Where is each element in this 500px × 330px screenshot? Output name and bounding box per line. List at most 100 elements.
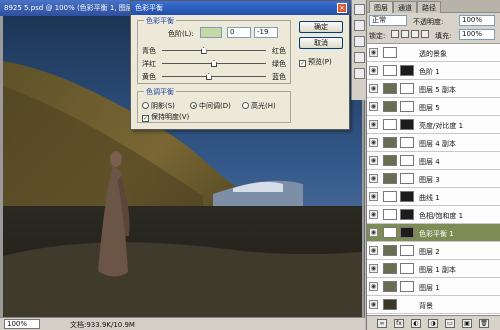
eye-icon[interactable]: ◉ (369, 192, 378, 201)
tab-layers[interactable]: 图层 (369, 1, 393, 13)
layer-thumbnail[interactable] (383, 101, 397, 112)
layer-row[interactable]: ◉ 图层 4 (367, 152, 500, 170)
layer-mask-thumbnail[interactable] (400, 281, 414, 292)
layer-mask-thumbnail[interactable] (400, 209, 414, 220)
eye-icon[interactable]: ◉ (369, 264, 378, 273)
layer-row[interactable]: ◉ 图层 4 副本 (367, 134, 500, 152)
eye-icon[interactable]: ◉ (369, 174, 378, 183)
layer-thumbnail[interactable] (383, 65, 397, 76)
layer-mask-thumbnail[interactable] (400, 191, 414, 202)
layer-thumbnail[interactable] (383, 173, 397, 184)
mask-icon[interactable]: ◐ (411, 319, 421, 328)
eye-icon[interactable]: ◉ (369, 48, 378, 57)
layer-mask-thumbnail[interactable] (400, 263, 414, 274)
eye-icon[interactable]: ◉ (369, 156, 378, 165)
opacity-field[interactable]: 100% (459, 15, 495, 26)
histogram-icon[interactable] (354, 20, 365, 31)
blend-mode-select[interactable]: 正常 (369, 15, 407, 26)
layer-thumbnail[interactable] (383, 263, 397, 274)
layer-row[interactable]: ◉ 图层 5 副本 (367, 80, 500, 98)
layer-thumbnail[interactable] (383, 119, 397, 130)
layer-thumbnail[interactable] (383, 299, 397, 310)
layer-thumbnail[interactable] (383, 47, 397, 58)
layer-thumbnail[interactable] (383, 209, 397, 220)
layer-row[interactable]: ◉ 色相/饱和度 1 (367, 206, 500, 224)
layer-row[interactable]: ◉ 图层 2 (367, 242, 500, 260)
preserve-luminosity-checkbox[interactable]: ✓ 保持明度(V) (142, 112, 189, 122)
levels-field-magenta-green[interactable]: 0 (227, 27, 251, 38)
layer-row[interactable]: ◉ 图层 3 (367, 170, 500, 188)
slider-cyan-red[interactable]: 青色 红色 (138, 45, 290, 57)
layer-thumbnail[interactable] (383, 227, 397, 238)
lock-all-icon[interactable] (421, 30, 429, 38)
folder-icon[interactable]: ▭ (445, 319, 455, 328)
layer-thumbnail[interactable] (383, 281, 397, 292)
radio-shadows[interactable]: 阴影(S) (142, 101, 175, 111)
layer-thumbnail[interactable] (383, 155, 397, 166)
tab-paths[interactable]: 路径 (417, 1, 441, 13)
eye-icon[interactable]: ◉ (369, 66, 378, 75)
close-icon[interactable]: × (337, 3, 347, 13)
slider-magenta-green[interactable]: 洋红 绿色 (138, 58, 290, 70)
zoom-field[interactable]: 100% (4, 319, 40, 329)
layer-row[interactable]: ◉ 曲线 1 (367, 188, 500, 206)
layer-row[interactable]: ◉ 色阶 1 (367, 62, 500, 80)
layer-row[interactable]: ◉ 图层 1 (367, 278, 500, 296)
slider-thumb[interactable] (211, 60, 217, 67)
slider-yellow-blue[interactable]: 黄色 蓝色 (138, 71, 290, 83)
layer-mask-thumbnail[interactable] (400, 137, 414, 148)
link-icon[interactable]: ∞ (377, 319, 387, 328)
eye-icon[interactable]: ◉ (369, 246, 378, 255)
eye-icon[interactable]: ◉ (369, 84, 378, 93)
layer-mask-thumbnail[interactable] (400, 65, 414, 76)
layer-mask-thumbnail[interactable] (400, 227, 414, 238)
new-layer-icon[interactable]: ▣ (462, 319, 472, 328)
lock-brush-icon[interactable] (401, 30, 409, 38)
layer-row[interactable]: ◉ 背景 (367, 296, 500, 314)
layer-mask-thumbnail[interactable] (400, 83, 414, 94)
lock-transparency-icon[interactable] (391, 30, 399, 38)
brushes-icon[interactable] (354, 36, 365, 47)
lock-move-icon[interactable] (411, 30, 419, 38)
eye-icon[interactable]: ◉ (369, 300, 378, 309)
layer-mask-thumbnail[interactable] (400, 155, 414, 166)
trash-icon[interactable]: 🗑 (479, 319, 489, 328)
layer-mask-thumbnail[interactable] (400, 119, 414, 130)
slider-track[interactable] (162, 50, 266, 51)
slider-thumb[interactable] (200, 47, 207, 54)
adjustment-icon[interactable]: ◑ (428, 319, 438, 328)
layer-mask-thumbnail[interactable] (400, 245, 414, 256)
slider-track[interactable] (162, 76, 266, 77)
slider-thumb[interactable] (205, 73, 212, 80)
eye-icon[interactable]: ◉ (369, 120, 378, 129)
layer-mask-thumbnail[interactable] (400, 101, 414, 112)
navigator-icon[interactable] (354, 4, 365, 15)
preview-checkbox[interactable]: ✓ 预览(P) (299, 57, 332, 67)
tool-presets-icon[interactable] (354, 52, 365, 63)
eye-icon[interactable]: ◉ (369, 228, 378, 237)
cancel-button[interactable]: 取消 (299, 37, 343, 49)
layer-thumbnail[interactable] (383, 191, 397, 202)
layer-comps-icon[interactable] (354, 68, 365, 79)
radio-midtones[interactable]: 中间调(D) (190, 101, 231, 111)
eye-icon[interactable]: ◉ (369, 138, 378, 147)
ok-button[interactable]: 确定 (299, 21, 343, 33)
layer-thumbnail[interactable] (383, 137, 397, 148)
eye-icon[interactable]: ◉ (369, 102, 378, 111)
levels-field-yellow-blue[interactable]: -19 (254, 27, 278, 38)
layer-row[interactable]: ◉ 亮度/对比度 1 (367, 116, 500, 134)
levels-field-cyan-red[interactable] (200, 27, 222, 38)
tab-channels[interactable]: 通道 (393, 1, 417, 13)
layer-thumbnail[interactable] (383, 245, 397, 256)
layer-row[interactable]: ◉ 色彩平衡 1 (367, 224, 500, 242)
fill-field[interactable]: 100% (459, 29, 495, 40)
layer-row[interactable]: ◉ 透的景象 (367, 44, 500, 62)
layer-thumbnail[interactable] (383, 83, 397, 94)
eye-icon[interactable]: ◉ (369, 210, 378, 219)
fx-icon[interactable]: fx (394, 319, 404, 328)
layer-mask-thumbnail[interactable] (400, 173, 414, 184)
eye-icon[interactable]: ◉ (369, 282, 378, 291)
layer-row[interactable]: ◉ 图层 5 (367, 98, 500, 116)
radio-highlights[interactable]: 高光(H) (242, 101, 276, 111)
layer-row[interactable]: ◉ 图层 1 副本 (367, 260, 500, 278)
